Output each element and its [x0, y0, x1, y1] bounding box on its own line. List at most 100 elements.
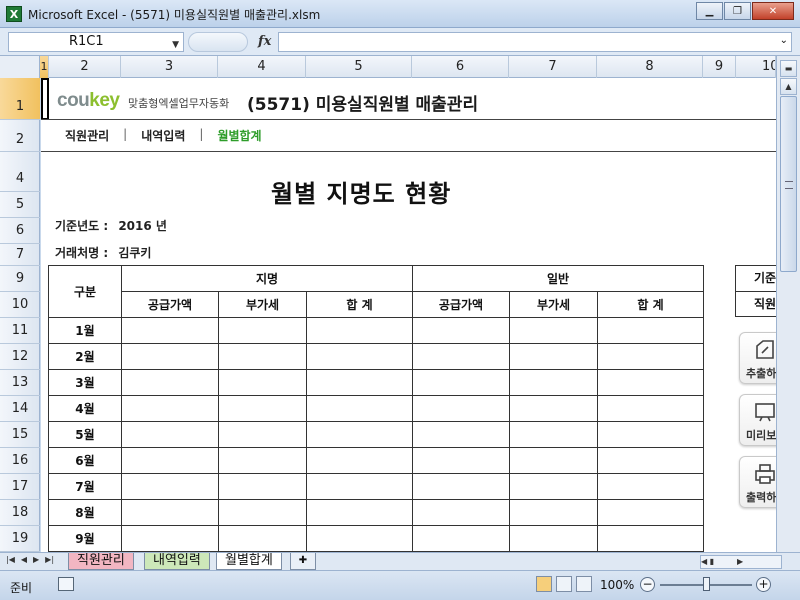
cell[interactable] — [218, 343, 307, 370]
cell[interactable] — [597, 499, 704, 526]
tab-entry[interactable]: 내역입력 — [144, 553, 210, 570]
cell[interactable] — [306, 499, 413, 526]
close-button[interactable]: ✕ — [752, 2, 794, 20]
cell[interactable] — [597, 447, 704, 474]
cell[interactable] — [412, 499, 510, 526]
cell[interactable] — [509, 499, 598, 526]
zoom-level[interactable]: 100% — [600, 578, 634, 592]
cell[interactable] — [121, 499, 219, 526]
last-sheet-icon[interactable]: ▶| — [45, 555, 54, 564]
row-header[interactable]: 6 — [0, 218, 40, 244]
cell[interactable] — [121, 525, 219, 552]
column-header[interactable]: 2 — [49, 56, 121, 78]
row-header[interactable]: 2 — [0, 120, 40, 152]
minimize-button[interactable]: ▁ — [696, 2, 723, 20]
cell[interactable] — [412, 473, 510, 500]
row-header[interactable]: 19 — [0, 526, 40, 552]
insert-function-icon[interactable]: fx — [258, 34, 271, 49]
prev-sheet-icon[interactable]: ◀ — [21, 555, 27, 564]
cell[interactable] — [218, 421, 307, 448]
chevron-down-icon[interactable]: ▼ — [172, 36, 179, 54]
cell[interactable] — [121, 317, 219, 344]
insert-sheet-icon[interactable]: ✚ — [290, 553, 316, 570]
cell[interactable] — [597, 395, 704, 422]
cell[interactable] — [306, 421, 413, 448]
cell[interactable] — [412, 421, 510, 448]
row-header[interactable]: 12 — [0, 344, 40, 370]
zoom-out-button[interactable]: − — [640, 577, 655, 592]
scroll-thumb[interactable] — [780, 96, 797, 272]
page-layout-view-icon[interactable] — [556, 576, 572, 592]
cell[interactable] — [121, 447, 219, 474]
split-box[interactable]: ▬ — [780, 60, 797, 77]
cell[interactable] — [509, 525, 598, 552]
name-box[interactable]: R1C1 ▼ — [8, 32, 184, 52]
print-button[interactable]: 출력하 — [739, 456, 776, 508]
cell[interactable] — [597, 421, 704, 448]
cell[interactable] — [218, 395, 307, 422]
first-sheet-icon[interactable]: |◀ — [6, 555, 15, 564]
nav-link-entry[interactable]: 내역입력 — [141, 127, 185, 144]
vertical-scrollbar[interactable]: ▬ ▲ — [776, 56, 800, 552]
cell[interactable] — [121, 369, 219, 396]
formula-input[interactable]: ⌄ — [278, 32, 792, 52]
cell[interactable] — [412, 447, 510, 474]
worksheet[interactable]: coukey 맞춤형엑셀업무자동화 (5571) 미용실직원별 매출관리 직원관… — [41, 78, 776, 552]
year-value[interactable]: 2016 년 — [118, 219, 167, 233]
zoom-in-button[interactable]: + — [756, 577, 771, 592]
next-sheet-icon[interactable]: ▶ — [33, 555, 39, 564]
row-header[interactable]: 16 — [0, 448, 40, 474]
cell[interactable] — [306, 395, 413, 422]
column-header[interactable]: 1 — [40, 56, 49, 78]
scroll-up-icon[interactable]: ▲ — [780, 78, 797, 95]
cell[interactable] — [509, 369, 598, 396]
client-value[interactable]: 김쿠키 — [118, 246, 151, 260]
cell[interactable] — [597, 317, 704, 344]
cell[interactable] — [218, 499, 307, 526]
formula-bar-splitter[interactable] — [188, 32, 248, 52]
column-header[interactable]: 4 — [218, 56, 306, 78]
cell[interactable] — [412, 317, 510, 344]
tab-staff[interactable]: 직원관리 — [68, 553, 134, 570]
row-header[interactable]: 9 — [0, 266, 40, 292]
cell[interactable] — [121, 473, 219, 500]
cell[interactable] — [218, 473, 307, 500]
nav-link-staff[interactable]: 직원관리 — [65, 127, 109, 144]
cell[interactable] — [306, 317, 413, 344]
cell[interactable] — [121, 343, 219, 370]
column-header[interactable]: 10 — [736, 56, 776, 78]
cell[interactable] — [218, 447, 307, 474]
row-header[interactable]: 13 — [0, 370, 40, 396]
column-header[interactable]: 5 — [306, 56, 412, 78]
row-header[interactable]: 4 — [0, 166, 40, 192]
zoom-slider-handle[interactable] — [703, 577, 710, 591]
cell[interactable] — [218, 317, 307, 344]
row-header[interactable]: 1 — [0, 78, 40, 120]
column-header[interactable]: 9 — [703, 56, 736, 78]
column-header[interactable]: 7 — [509, 56, 597, 78]
expand-formula-icon[interactable]: ⌄ — [780, 35, 788, 46]
row-header[interactable]: 17 — [0, 474, 40, 500]
cell[interactable] — [597, 525, 704, 552]
cell[interactable] — [306, 447, 413, 474]
cell[interactable] — [121, 395, 219, 422]
cell[interactable] — [597, 473, 704, 500]
cell[interactable] — [509, 421, 598, 448]
cell[interactable] — [306, 473, 413, 500]
select-all-corner[interactable] — [0, 56, 40, 78]
cell[interactable] — [412, 343, 510, 370]
row-header[interactable]: 7 — [0, 244, 40, 266]
page-break-view-icon[interactable] — [576, 576, 592, 592]
cell[interactable] — [509, 343, 598, 370]
cell[interactable] — [509, 447, 598, 474]
excel-app-icon[interactable]: X — [6, 6, 22, 22]
normal-view-icon[interactable] — [536, 576, 552, 592]
cell[interactable] — [306, 343, 413, 370]
row-header[interactable]: 15 — [0, 422, 40, 448]
nav-link-monthly-total[interactable]: 월별합계 — [217, 127, 261, 144]
horizontal-scrollbar[interactable]: ◀ ▮ ▶ — [700, 555, 782, 569]
cell[interactable] — [509, 395, 598, 422]
cell[interactable] — [306, 369, 413, 396]
cell[interactable] — [218, 369, 307, 396]
row-header[interactable]: 5 — [0, 192, 40, 218]
